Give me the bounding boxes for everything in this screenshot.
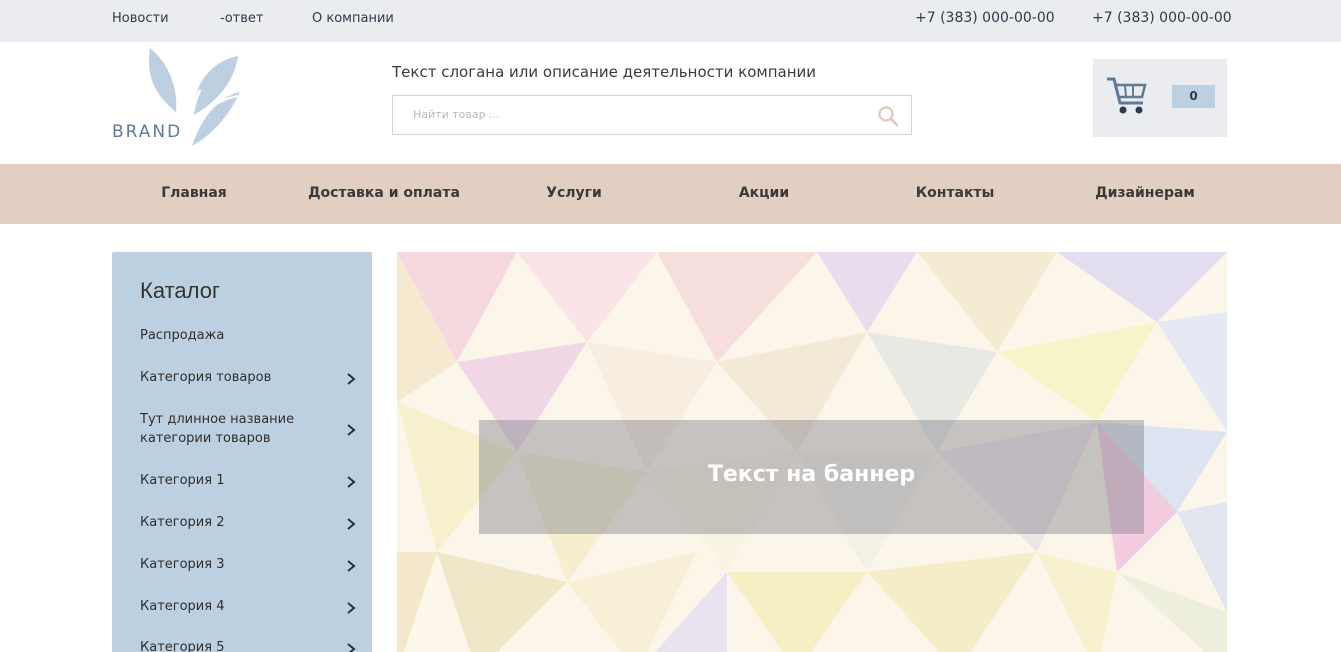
catalog-item-sale[interactable]: Распродажа bbox=[140, 326, 330, 345]
nav-item-designers[interactable]: Дизайнерам bbox=[1050, 185, 1240, 201]
banner-overlay: Текст на баннер bbox=[479, 420, 1144, 534]
brand-logo[interactable]: BRAND bbox=[110, 46, 242, 150]
nav-item-services[interactable]: Услуги bbox=[479, 185, 669, 201]
phone-number-2[interactable]: +7 (383) 000-00-00 bbox=[1092, 10, 1232, 26]
chevron-right-icon[interactable] bbox=[346, 602, 356, 614]
banner-text: Текст на баннер bbox=[707, 462, 916, 487]
catalog-item-category-2[interactable]: Категория 2 bbox=[140, 513, 330, 532]
shopping-cart-icon bbox=[1107, 77, 1147, 114]
top-link-answers[interactable]: -ответ bbox=[220, 11, 263, 26]
catalog-item-category-1[interactable]: Категория 1 bbox=[140, 471, 330, 490]
nav-item-contacts[interactable]: Контакты bbox=[860, 185, 1050, 201]
chevron-right-icon[interactable] bbox=[346, 560, 356, 572]
nav-item-promotions[interactable]: Акции bbox=[669, 185, 859, 201]
catalog-item-category-4[interactable]: Категория 4 bbox=[140, 597, 330, 616]
top-bar: Новости -ответ О компании +7 (383) 000-0… bbox=[0, 0, 1341, 42]
catalog-title: Каталог bbox=[140, 278, 220, 303]
chevron-right-icon[interactable] bbox=[346, 424, 356, 436]
search-placeholder: Найти товар ... bbox=[413, 108, 500, 121]
search-box[interactable]: Найти товар ... bbox=[392, 95, 912, 135]
chevron-right-icon[interactable] bbox=[346, 476, 356, 488]
main-nav: Главная Доставка и оплата Услуги Акции К… bbox=[0, 164, 1341, 224]
nav-item-home[interactable]: Главная bbox=[99, 185, 289, 201]
top-link-about[interactable]: О компании bbox=[312, 11, 394, 26]
chevron-right-icon[interactable] bbox=[346, 518, 356, 530]
chevron-right-icon[interactable] bbox=[346, 373, 356, 385]
header: BRAND Текст слогана или описание деятель… bbox=[0, 42, 1341, 164]
chevron-right-icon[interactable] bbox=[346, 643, 356, 652]
logo-text: BRAND bbox=[112, 122, 183, 142]
catalog-item-category-5[interactable]: Категория 5 bbox=[140, 638, 330, 652]
slogan: Текст слогана или описание деятельности … bbox=[392, 63, 816, 81]
catalog-sidebar: Каталог Распродажа Категория товаров Тут… bbox=[112, 252, 372, 652]
search-icon[interactable] bbox=[877, 105, 899, 127]
catalog-item-long-category[interactable]: Тут длинное название категории товаров bbox=[140, 410, 330, 448]
top-link-news[interactable]: Новости bbox=[112, 11, 169, 26]
cart-count-badge: 0 bbox=[1172, 85, 1215, 108]
nav-item-delivery[interactable]: Доставка и оплата bbox=[289, 185, 479, 201]
phone-number-1[interactable]: +7 (383) 000-00-00 bbox=[915, 10, 1055, 26]
promo-banner[interactable]: Текст на баннер bbox=[397, 252, 1227, 652]
catalog-item-category-3[interactable]: Категория 3 bbox=[140, 555, 330, 574]
catalog-item-category[interactable]: Категория товаров bbox=[140, 368, 330, 387]
cart-widget[interactable]: 0 bbox=[1093, 59, 1227, 137]
